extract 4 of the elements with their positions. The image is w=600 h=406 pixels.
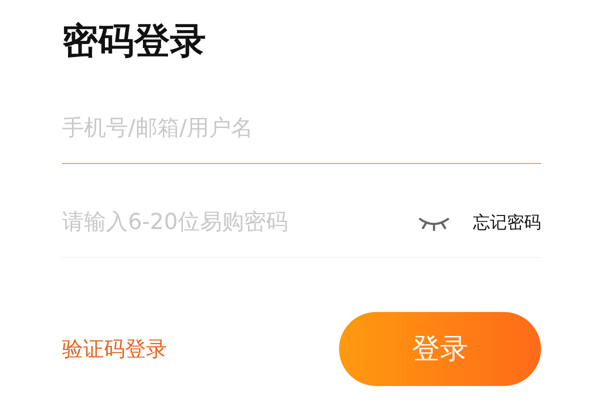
forgot-password-link[interactable]: 忘记密码 [473,211,541,234]
page-title: 密码登录 [62,20,207,64]
login-button[interactable]: 登录 [339,312,541,386]
sms-login-link[interactable]: 验证码登录 [62,335,167,363]
